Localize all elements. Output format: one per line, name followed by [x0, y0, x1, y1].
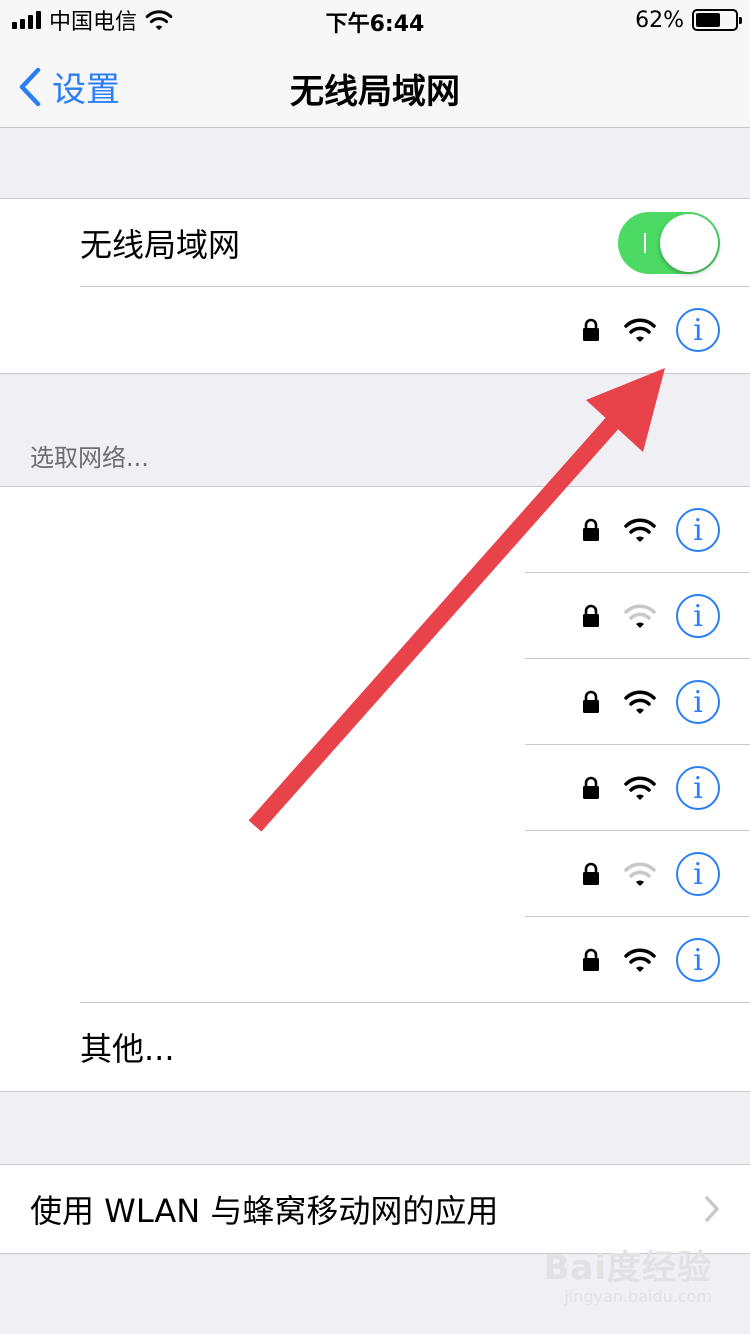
wifi-signal-icon: [624, 318, 656, 342]
wlan-apps-label: 使用 WLAN 与蜂窝移动网的应用: [30, 1192, 499, 1230]
section-header: 选取网络...: [30, 444, 149, 472]
watermark: Bai度经验 jingyan.baidu.com: [543, 1240, 712, 1306]
network-info-button[interactable]: i: [676, 852, 720, 896]
network-info-button[interactable]: i: [676, 508, 720, 552]
watermark-url: jingyan.baidu.com: [564, 1287, 712, 1306]
lock-icon: [583, 862, 599, 885]
lock-icon: [583, 518, 599, 541]
wifi-signal-icon: [624, 948, 656, 972]
network-row[interactable]: i: [0, 831, 750, 917]
network-info-button[interactable]: i: [676, 938, 720, 982]
network-info-button[interactable]: i: [676, 308, 720, 352]
chevron-right-icon: [705, 1196, 719, 1222]
wifi-toggle-label: 无线局域网: [80, 226, 241, 264]
watermark-logo: Bai度经验: [543, 1248, 712, 1288]
lock-icon: [583, 318, 599, 341]
other-network-label: 其他...: [80, 1030, 175, 1068]
wifi-toggle-group: 无线局域网 i: [0, 198, 750, 374]
page-title: 无线局域网: [290, 72, 460, 112]
wifi-toggle-switch[interactable]: [618, 212, 720, 274]
toggle-on-mark: [644, 233, 646, 253]
battery-icon: [692, 9, 742, 31]
navigation-bar: 设置 无线局域网: [0, 40, 750, 128]
wifi-signal-weak-icon: [624, 604, 656, 628]
wifi-signal-weak-icon: [624, 862, 656, 886]
network-info-button[interactable]: i: [676, 680, 720, 724]
network-icons: i: [582, 659, 720, 745]
connected-network-icons: i: [582, 287, 720, 373]
network-info-button[interactable]: i: [676, 766, 720, 810]
networks-group: i i i i i i 其他...: [0, 486, 750, 1092]
network-icons: i: [582, 573, 720, 659]
network-row[interactable]: i: [0, 745, 750, 831]
network-icons: i: [582, 917, 720, 1003]
network-icons: i: [582, 831, 720, 917]
network-row[interactable]: i: [0, 573, 750, 659]
network-row[interactable]: i: [0, 487, 750, 573]
toggle-knob: [660, 214, 718, 272]
network-row[interactable]: i: [0, 659, 750, 745]
network-row[interactable]: i: [0, 917, 750, 1003]
battery-percent: 62%: [635, 7, 684, 33]
wifi-toggle-row: 无线局域网: [0, 199, 750, 287]
status-bar: 中国电信 下午6:44 62%: [0, 0, 750, 40]
lock-icon: [583, 948, 599, 971]
network-info-button[interactable]: i: [676, 594, 720, 638]
lock-icon: [583, 776, 599, 799]
other-network-row[interactable]: 其他...: [0, 1003, 750, 1091]
network-icons: i: [582, 745, 720, 831]
status-right: 62%: [635, 6, 742, 34]
wifi-signal-icon: [624, 690, 656, 714]
battery-fill: [696, 13, 720, 27]
network-icons: i: [582, 487, 720, 573]
connected-network-row[interactable]: i: [0, 287, 750, 373]
lock-icon: [583, 690, 599, 713]
wifi-signal-icon: [624, 518, 656, 542]
lock-icon: [583, 604, 599, 627]
wifi-signal-icon: [624, 776, 656, 800]
